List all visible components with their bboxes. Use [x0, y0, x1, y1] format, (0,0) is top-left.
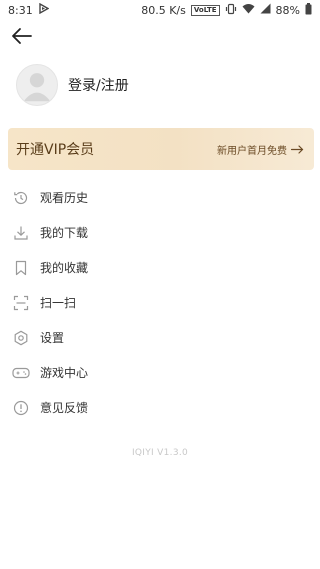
menu-item-favorites[interactable]: 我的收藏 [0, 250, 320, 285]
wifi-icon [242, 3, 255, 17]
gamepad-icon [12, 364, 30, 382]
arrow-left-icon [12, 28, 32, 44]
app-version: IQIYI V1.3.0 [131, 448, 189, 458]
default-avatar-icon [23, 73, 51, 102]
network-speed: 80.5 K/s [141, 3, 186, 17]
settings-icon [12, 329, 30, 347]
history-icon [12, 189, 30, 207]
menu-item-download[interactable]: 我的下载 [0, 215, 320, 250]
battery-percent: 88% [275, 3, 300, 17]
menu-item-label: 观看历史 [40, 191, 89, 205]
scan-icon [12, 294, 30, 312]
login-register-label[interactable]: 登录/注册 [68, 75, 129, 95]
vibrate-icon [225, 3, 237, 18]
menu-item-label: 扫一扫 [40, 296, 77, 310]
volte-badge: VoLTE [190, 4, 220, 16]
menu-item-label: 我的收藏 [40, 261, 89, 275]
vip-membership-banner[interactable]: 开通VIP会员 新用户首月免费 [8, 128, 314, 170]
avatar[interactable] [16, 64, 58, 106]
notification-icon [39, 2, 50, 17]
menu-item-label: 我的下载 [40, 226, 89, 240]
download-icon [12, 224, 30, 242]
menu-item-history[interactable]: 观看历史 [0, 180, 320, 215]
menu-list: 观看历史 我的下载 我的收藏 扫一扫 设置 游戏中心 意见反馈 [0, 180, 320, 425]
vip-promo-text: 新用户首月免费 [217, 145, 287, 157]
menu-item-feedback[interactable]: 意见反馈 [0, 390, 320, 425]
battery-icon [305, 2, 312, 18]
profile-login-entry[interactable]: 登录/注册 [16, 64, 129, 106]
vip-title: 开通VIP会员 [16, 142, 95, 158]
status-bar: 8:31 80.5 K/s VoLTE 88% [0, 0, 320, 20]
signal-icon [260, 3, 271, 17]
menu-item-label: 设置 [40, 331, 65, 345]
status-time: 8:31 [8, 3, 33, 17]
menu-item-label: 意见反馈 [40, 401, 89, 415]
arrow-right-icon [291, 144, 304, 154]
feedback-icon [12, 399, 30, 417]
back-button[interactable] [10, 26, 34, 46]
vip-promo: 新用户首月免费 [217, 142, 304, 157]
menu-item-label: 游戏中心 [40, 366, 89, 380]
menu-item-scan[interactable]: 扫一扫 [0, 285, 320, 320]
bookmark-icon [12, 259, 30, 277]
menu-item-settings[interactable]: 设置 [0, 320, 320, 355]
menu-item-game-center[interactable]: 游戏中心 [0, 355, 320, 390]
